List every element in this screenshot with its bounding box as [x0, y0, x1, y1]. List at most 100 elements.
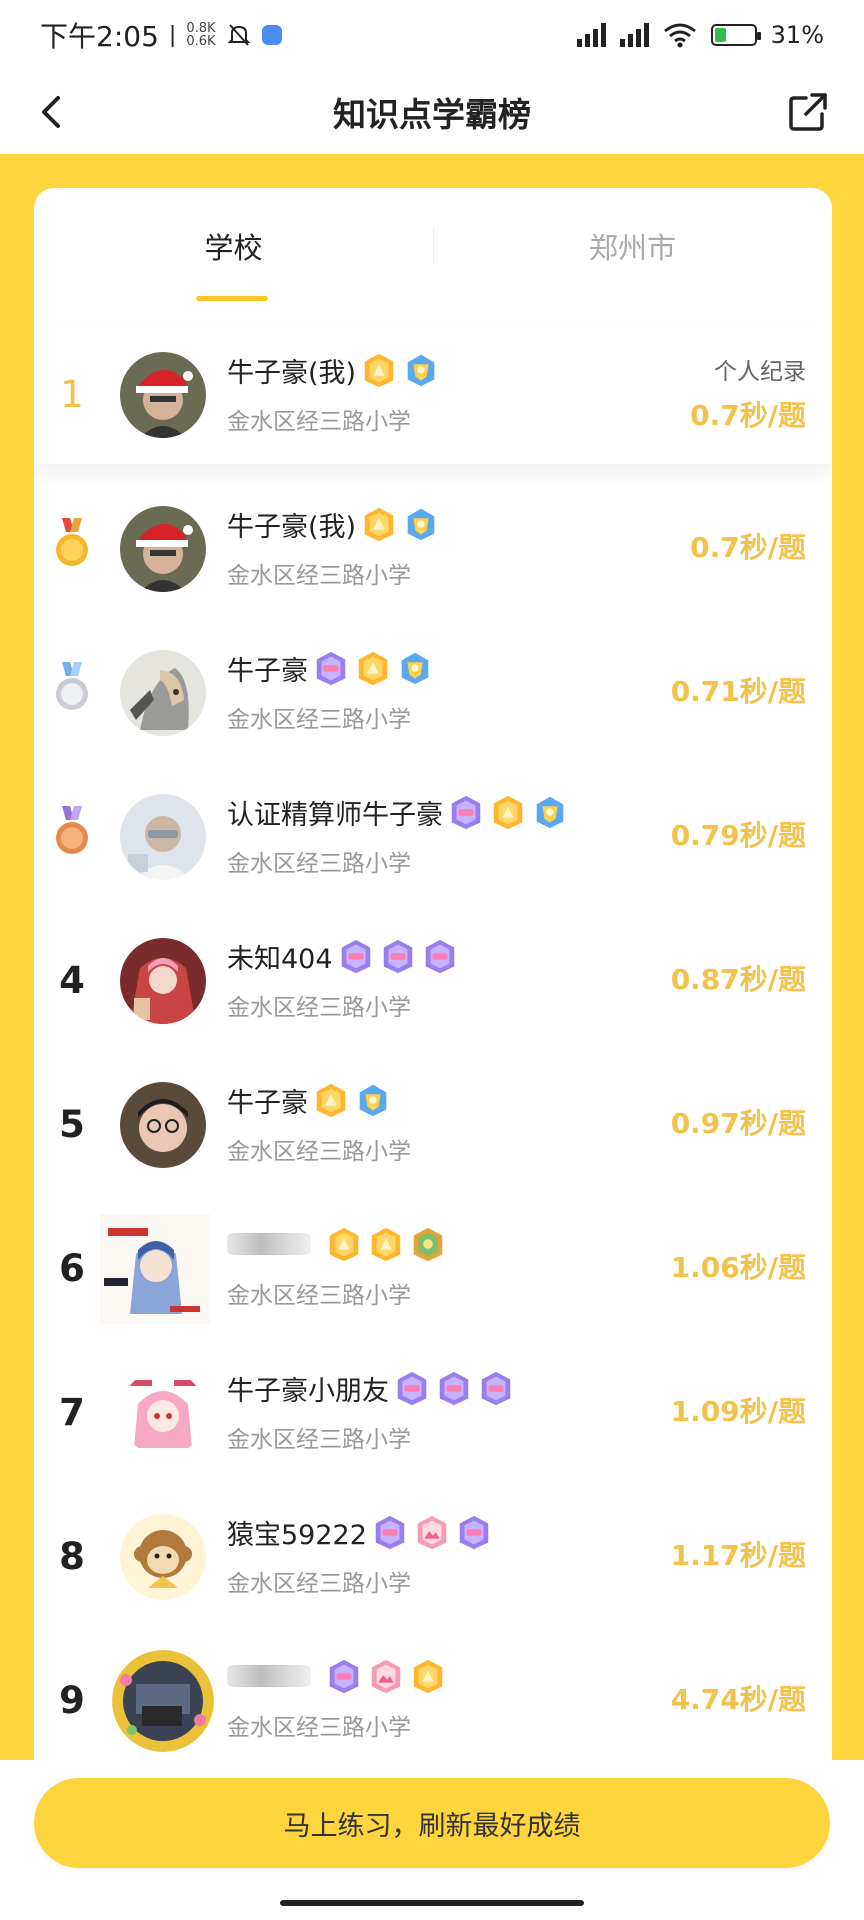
- ranking-row[interactable]: 4 未知404 金水区经三路小学 0.87秒/题: [34, 910, 832, 1054]
- active-tab-indicator: [196, 296, 268, 301]
- pink-badge-icon: [413, 1513, 451, 1551]
- name-line: [227, 1656, 447, 1696]
- purple-badge-icon: [371, 1513, 409, 1551]
- rank-number: 8: [59, 1534, 85, 1578]
- ranking-row[interactable]: 牛子豪(我) 金水区经三路小学 0.7秒/题: [34, 478, 832, 622]
- blue-badge-icon: [402, 505, 440, 543]
- status-bar: 下午2:05 | 0.8K 0.6K 31%: [0, 0, 864, 70]
- wifi-icon: [663, 23, 696, 48]
- name-line: 猿宝59222: [227, 1512, 493, 1552]
- school-name: 金水区经三路小学: [227, 707, 411, 733]
- user-name: 猿宝59222: [227, 1519, 367, 1551]
- name-line: 牛子豪: [227, 648, 434, 688]
- user-name: 未知404: [227, 943, 333, 975]
- score: 0.7秒/题: [690, 531, 806, 564]
- tab-school[interactable]: 学校: [34, 188, 433, 303]
- orange-badge-icon: [409, 1657, 447, 1695]
- score: 0.79秒/题: [670, 819, 806, 852]
- ranking-row[interactable]: 认证精算师牛子豪 金水区经三路小学 0.79秒/题: [34, 766, 832, 910]
- share-icon[interactable]: [786, 90, 830, 134]
- ranking-row[interactable]: 6 金水区经三路小学 1.06秒/题: [34, 1198, 832, 1342]
- score: 4.74秒/题: [670, 1683, 806, 1716]
- rank-number: 5: [59, 1102, 85, 1146]
- user-name: 牛子豪小朋友: [227, 1375, 389, 1407]
- school-name: 金水区经三路小学: [227, 563, 411, 589]
- gold-medal-icon: [56, 518, 88, 566]
- my-rank-number: 1: [60, 372, 84, 416]
- purple-badge-icon: [337, 937, 375, 975]
- leaderboard-card: 学校 郑州市 1 牛子豪(我) 金水区经三路小学 个人纪录 0.7秒/题 牛子豪…: [34, 188, 832, 1808]
- name-line: 认证精算师牛子豪: [227, 792, 569, 832]
- signal-icon-2: [619, 23, 649, 47]
- blurred-username: [227, 1233, 311, 1255]
- tab-city[interactable]: 郑州市: [433, 188, 832, 303]
- tab-divider: [433, 226, 434, 264]
- status-separator: |: [168, 22, 177, 48]
- orange-badge-icon: [367, 1225, 405, 1263]
- back-arrow-icon[interactable]: [30, 90, 74, 134]
- purple-badge-icon: [393, 1369, 431, 1407]
- ranking-row[interactable]: 牛子豪 金水区经三路小学 0.71秒/题: [34, 622, 832, 766]
- blue-badge-icon: [354, 1081, 392, 1119]
- ranking-row[interactable]: 5 牛子豪 金水区经三路小学 0.97秒/题: [34, 1054, 832, 1198]
- blue-badge-icon: [531, 793, 569, 831]
- practice-now-button[interactable]: 马上练习，刷新最好成绩: [34, 1778, 830, 1868]
- battery-level: 31%: [770, 21, 824, 49]
- avatar: [120, 506, 206, 592]
- school-name: 金水区经三路小学: [227, 409, 411, 435]
- green-badge-icon: [409, 1225, 447, 1263]
- orange-badge-icon: [325, 1225, 363, 1263]
- mute-bell-icon: [227, 24, 250, 46]
- user-name: 认证精算师牛子豪: [227, 799, 443, 831]
- school-name: 金水区经三路小学: [227, 1715, 411, 1741]
- pink-badge-icon: [367, 1657, 405, 1695]
- orange-badge-icon: [489, 793, 527, 831]
- school-name: 金水区经三路小学: [227, 1139, 411, 1165]
- score: 1.06秒/题: [670, 1251, 806, 1284]
- orange-badge-icon: [360, 505, 398, 543]
- purple-badge-icon: [455, 1513, 493, 1551]
- purple-badge-icon: [447, 793, 485, 831]
- nav-header: 知识点学霸榜: [0, 70, 864, 154]
- bronze-medal-icon: [56, 806, 88, 854]
- orange-badge-icon: [360, 351, 398, 389]
- purple-badge-icon: [379, 937, 417, 975]
- net-speed: 0.8K 0.6K: [186, 21, 216, 49]
- purple-badge-icon: [312, 649, 350, 687]
- avatar: [120, 794, 206, 880]
- page-title: 知识点学霸榜: [333, 95, 531, 134]
- rank-number: 4: [59, 958, 85, 1002]
- blurred-username: [227, 1665, 311, 1687]
- rank-number: 6: [59, 1246, 85, 1290]
- score: 0.71秒/题: [670, 675, 806, 708]
- score: 0.7秒/题: [690, 399, 806, 432]
- blue-badge-icon: [402, 351, 440, 389]
- home-indicator[interactable]: [280, 1900, 584, 1906]
- avatar: [100, 1214, 210, 1324]
- user-name: 牛子豪(我): [227, 357, 357, 389]
- user-name: 牛子豪: [227, 1087, 308, 1119]
- purple-badge-icon: [421, 937, 459, 975]
- ranking-row[interactable]: 9 金水区经三路小学 4.74秒/题: [34, 1630, 832, 1774]
- avatar: [120, 938, 206, 1024]
- avatar: [120, 352, 206, 438]
- name-line: 牛子豪小朋友: [227, 1368, 515, 1408]
- name-line: 牛子豪(我): [227, 504, 440, 544]
- name-line: [227, 1224, 447, 1264]
- user-name: 牛子豪(我): [227, 511, 357, 543]
- ranking-row[interactable]: 8 猿宝59222 金水区经三路小学 1.17秒/题: [34, 1486, 832, 1630]
- battery-icon: [710, 24, 761, 46]
- name-line: 未知404: [227, 936, 459, 976]
- avatar: [120, 1514, 206, 1600]
- my-rank-row[interactable]: 1 牛子豪(我) 金水区经三路小学 个人纪录 0.7秒/题: [34, 328, 832, 464]
- school-name: 金水区经三路小学: [227, 1283, 411, 1309]
- rank-number: 7: [59, 1390, 85, 1434]
- personal-record-label: 个人纪录: [714, 359, 806, 385]
- score: 0.87秒/题: [670, 963, 806, 996]
- purple-badge-icon: [435, 1369, 473, 1407]
- avatar: [120, 650, 206, 736]
- name-line: 牛子豪(我): [227, 350, 440, 390]
- ranking-row[interactable]: 7 牛子豪小朋友 金水区经三路小学 1.09秒/题: [34, 1342, 832, 1486]
- rank-number: 9: [59, 1678, 85, 1722]
- orange-badge-icon: [312, 1081, 350, 1119]
